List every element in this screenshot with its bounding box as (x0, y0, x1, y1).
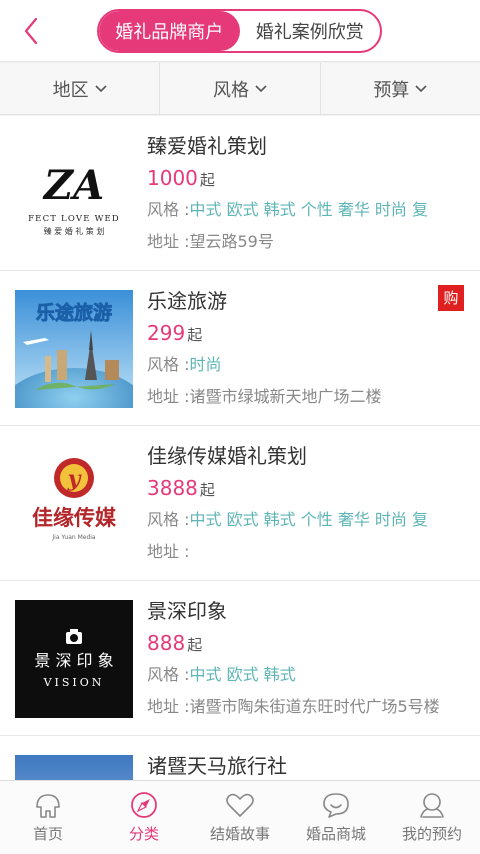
merchant-name: 景深印象 (147, 599, 227, 623)
filter-region-label: 地区 (52, 79, 89, 101)
merchant-logo: ZA FECT LOVE WED 臻 爱 婚 礼 策 划 (15, 135, 133, 253)
tab-wedding-mall[interactable]: 婚品商城 (288, 781, 384, 854)
tab-case-gallery[interactable]: 婚礼案例欣赏 (240, 11, 381, 51)
tab-wedding-stories-label: 结婚故事 (209, 825, 270, 843)
back-button[interactable] (18, 16, 48, 46)
merchant-item[interactable]: 景 深 印 象 VISION 景深印象 888 起 风格 :中式 欧式 韩式 地址… (0, 581, 480, 736)
merchant-item[interactable]: y 佳缘传媒 Jia Yuan Media 佳缘传媒婚礼策划 3888 起 风格 … (0, 426, 480, 581)
merchant-address: 地址 :诸暨市绿城新天地广场二楼 (147, 387, 382, 406)
tab-home-label: 首页 (32, 825, 63, 843)
svg-text:VISION: VISION (43, 676, 105, 689)
merchant-price: 3888 起 (147, 476, 215, 500)
svg-text:FECT LOVE WED: FECT LOVE WED (28, 214, 120, 224)
merchant-item[interactable]: ZA FECT LOVE WED 臻 爱 婚 礼 策 划 臻爱婚礼策划 1000… (0, 116, 480, 271)
svg-text:佳缘传媒: 佳缘传媒 (32, 506, 117, 530)
merchant-address: 地址 :望云路59号 (147, 232, 274, 251)
compass-icon (131, 792, 157, 818)
chevron-left-icon (24, 17, 38, 45)
merchant-name: 臻爱婚礼策划 (147, 134, 267, 158)
filter-style-label: 风格 (212, 79, 249, 101)
merchant-name: 佳缘传媒婚礼策划 (147, 444, 307, 468)
chevron-down-icon (95, 84, 107, 92)
home-icon (36, 794, 60, 818)
svg-text:y: y (67, 466, 83, 492)
merchant-logo: 景 深 印 象 VISION (15, 600, 133, 718)
segmented-control: 婚礼品牌商户 婚礼案例欣赏 (97, 9, 382, 53)
merchant-styles: 风格 :中式 欧式 韩式 个性 奢华 时尚 复 (147, 510, 429, 529)
merchant-logo (15, 755, 133, 780)
merchant-styles: 风格 :时尚 (147, 355, 222, 374)
filter-budget[interactable]: 预算 (321, 63, 480, 114)
tab-brand-merchants[interactable]: 婚礼品牌商户 (99, 11, 240, 51)
tab-my-bookings-label: 我的预约 (401, 825, 462, 843)
top-bar: 婚礼品牌商户 婚礼案例欣赏 (0, 0, 480, 62)
merchant-name: 乐途旅游 (147, 289, 227, 313)
smile-bubble-icon (323, 793, 349, 818)
tab-home[interactable]: 首页 (0, 781, 96, 854)
merchant-styles: 风格 :中式 欧式 韩式 个性 奢华 时尚 复 (147, 200, 429, 219)
merchant-item[interactable]: 乐途旅游 乐途旅游 299 起 风格 :时尚 地址 :诸暨市绿城新天地广场二楼 购 (0, 271, 480, 426)
user-icon (420, 793, 444, 818)
merchant-address: 地址 :诸暨市陶朱街道东旺时代广场5号楼 (147, 697, 440, 716)
merchant-logo: y 佳缘传媒 Jia Yuan Media (15, 445, 133, 563)
merchant-logo: 乐途旅游 (15, 290, 133, 408)
merchant-styles: 风格 :中式 欧式 韩式 (147, 665, 296, 684)
filter-style[interactable]: 风格 (160, 63, 321, 114)
filter-region[interactable]: 地区 (0, 63, 161, 114)
svg-text:景 深 印 象: 景 深 印 象 (34, 651, 113, 670)
heart-icon (226, 793, 254, 817)
tab-wedding-mall-label: 婚品商城 (305, 825, 366, 843)
filter-budget-label: 预算 (373, 79, 410, 101)
svg-text:ZA: ZA (42, 162, 104, 209)
tab-category-label: 分类 (128, 825, 159, 843)
merchant-price: 888 起 (147, 631, 203, 655)
merchant-price: 299 起 (147, 321, 203, 345)
tab-wedding-stories[interactable]: 结婚故事 (192, 781, 288, 854)
svg-text:乐途旅游: 乐途旅游 (36, 301, 112, 324)
merchant-name: 诸暨天马旅行社 (147, 754, 287, 778)
svg-text:臻 爱 婚 礼 策 划: 臻 爱 婚 礼 策 划 (44, 226, 105, 236)
filter-bar: 地区 风格 预算 (0, 63, 480, 115)
tab-my-bookings[interactable]: 我的预约 (384, 781, 480, 854)
merchant-item[interactable]: 诸暨天马旅行社 (0, 736, 480, 780)
chevron-down-icon (255, 84, 267, 92)
merchant-list: ZA FECT LOVE WED 臻 爱 婚 礼 策 划 臻爱婚礼策划 1000… (0, 116, 480, 780)
buy-badge[interactable]: 购 (438, 285, 464, 311)
merchant-price: 1000 起 (147, 166, 215, 190)
chevron-down-icon (415, 84, 427, 92)
bottom-tab-bar: 首页 分类 结婚故事 婚品商城 我的预约 (0, 780, 480, 854)
tab-category[interactable]: 分类 (96, 781, 192, 854)
svg-text:Jia Yuan Media: Jia Yuan Media (51, 534, 96, 541)
merchant-address: 地址 : (147, 542, 190, 561)
